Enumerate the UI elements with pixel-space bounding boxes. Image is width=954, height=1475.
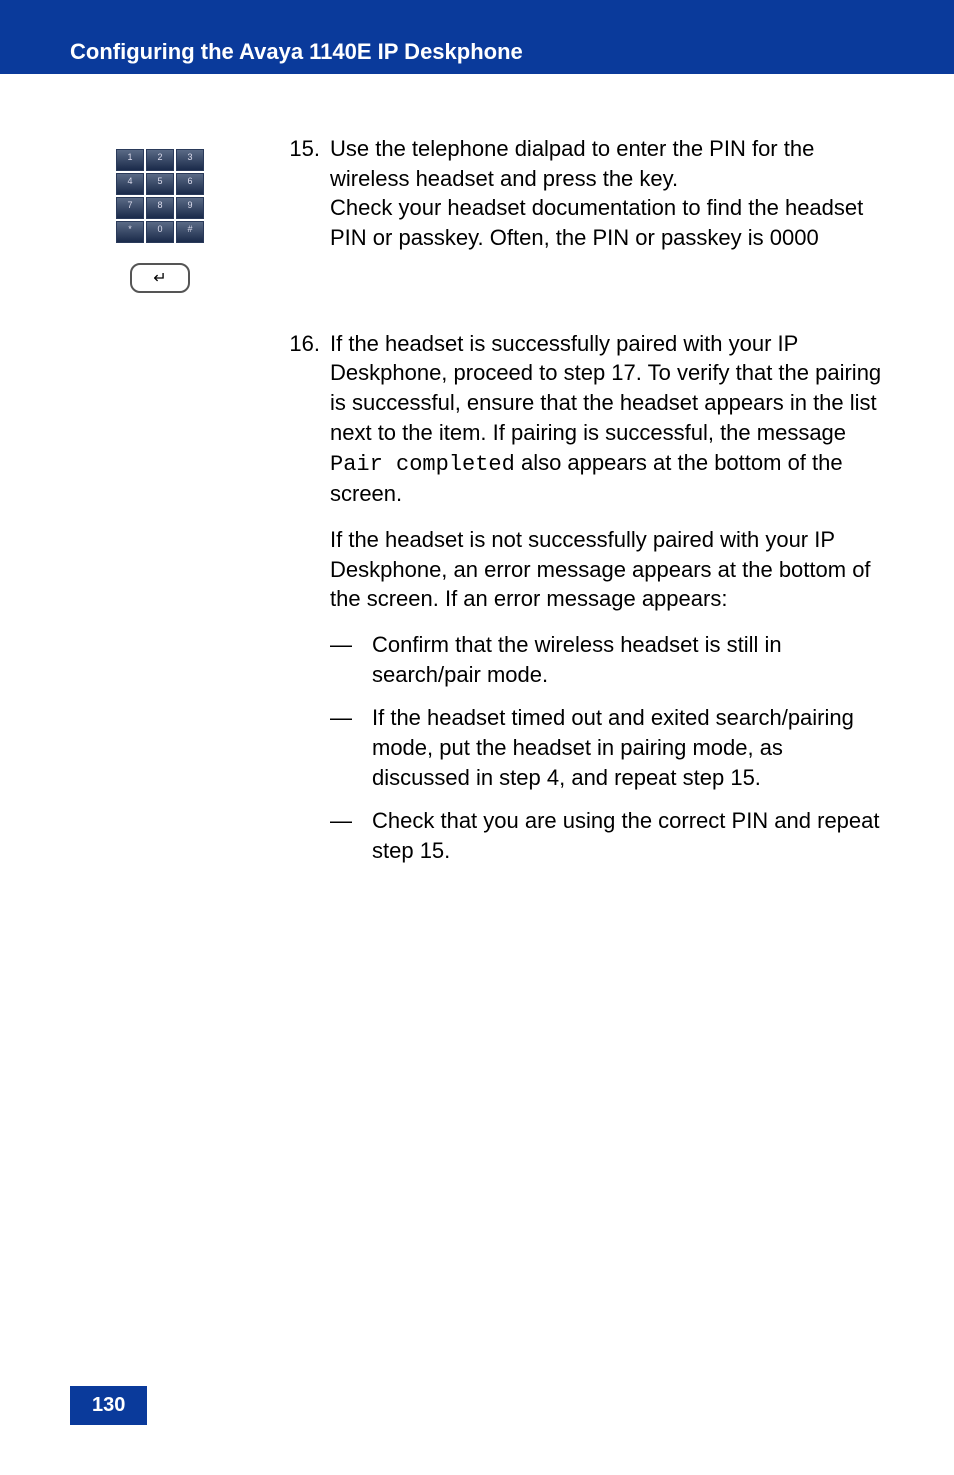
bullet-text: If the headset timed out and exited sear… (372, 703, 884, 792)
dial-key-9: 9 (176, 197, 204, 219)
enter-icon: ↵ (153, 268, 166, 288)
enter-key-illustration: ↵ (130, 263, 190, 293)
step-body: If the headset is successfully paired wi… (330, 329, 884, 880)
step-16: 16. If the headset is successfully paire… (280, 329, 884, 880)
dial-key-8: 8 (146, 197, 174, 219)
page-number: 130 (70, 1386, 147, 1425)
dash-icon: — (330, 703, 354, 792)
dialpad-illustration: 1 2 3 4 5 6 7 8 9 * 0 # (116, 149, 204, 243)
text-run: key. (639, 166, 678, 191)
text-run: Use the telephone dialpad to enter the P… (330, 136, 814, 191)
dial-key-7: 7 (116, 197, 144, 219)
list-item: — Confirm that the wireless headset is s… (330, 630, 884, 689)
dial-key-4: 4 (116, 173, 144, 195)
dial-key-0: 0 (146, 221, 174, 243)
dial-key-star: * (116, 221, 144, 243)
dial-key-3: 3 (176, 149, 204, 171)
dial-key-5: 5 (146, 173, 174, 195)
bullet-list: — Confirm that the wireless headset is s… (330, 630, 884, 866)
list-item: — If the headset timed out and exited se… (330, 703, 884, 792)
step-number: 15. (280, 134, 320, 269)
page-title: Configuring the Avaya 1140E IP Deskphone (70, 39, 523, 65)
step-16-para2: If the headset is not successfully paire… (330, 525, 884, 614)
dial-key-1: 1 (116, 149, 144, 171)
dial-key-6: 6 (176, 173, 204, 195)
left-column: 1 2 3 4 5 6 7 8 9 * 0 # ↵ (70, 134, 250, 940)
bullet-text: Confirm that the wireless headset is sti… (372, 630, 884, 689)
dash-icon: — (330, 630, 354, 689)
page-header: Configuring the Avaya 1140E IP Deskphone (0, 30, 954, 74)
step-number: 16. (280, 329, 320, 880)
step-15-text: Use the telephone dialpad to enter the P… (330, 134, 884, 253)
code-text: Pair completed (330, 452, 515, 477)
content-area: 1 2 3 4 5 6 7 8 9 * 0 # ↵ 15. Use the te… (0, 74, 954, 940)
step-15: 15. Use the telephone dialpad to enter t… (280, 134, 884, 269)
list-item: — Check that you are using the correct P… (330, 806, 884, 865)
step-body: Use the telephone dialpad to enter the P… (330, 134, 884, 269)
top-bar (0, 0, 954, 30)
text-run: item. If pairing is successful, the mess… (439, 420, 846, 445)
dial-key-hash: # (176, 221, 204, 243)
dial-key-2: 2 (146, 149, 174, 171)
right-column: 15. Use the telephone dialpad to enter t… (280, 134, 884, 940)
text-run: Check your headset documentation to find… (330, 195, 863, 250)
step-16-para1: If the headset is successfully paired wi… (330, 329, 884, 509)
bullet-text: Check that you are using the correct PIN… (372, 806, 884, 865)
dash-icon: — (330, 806, 354, 865)
